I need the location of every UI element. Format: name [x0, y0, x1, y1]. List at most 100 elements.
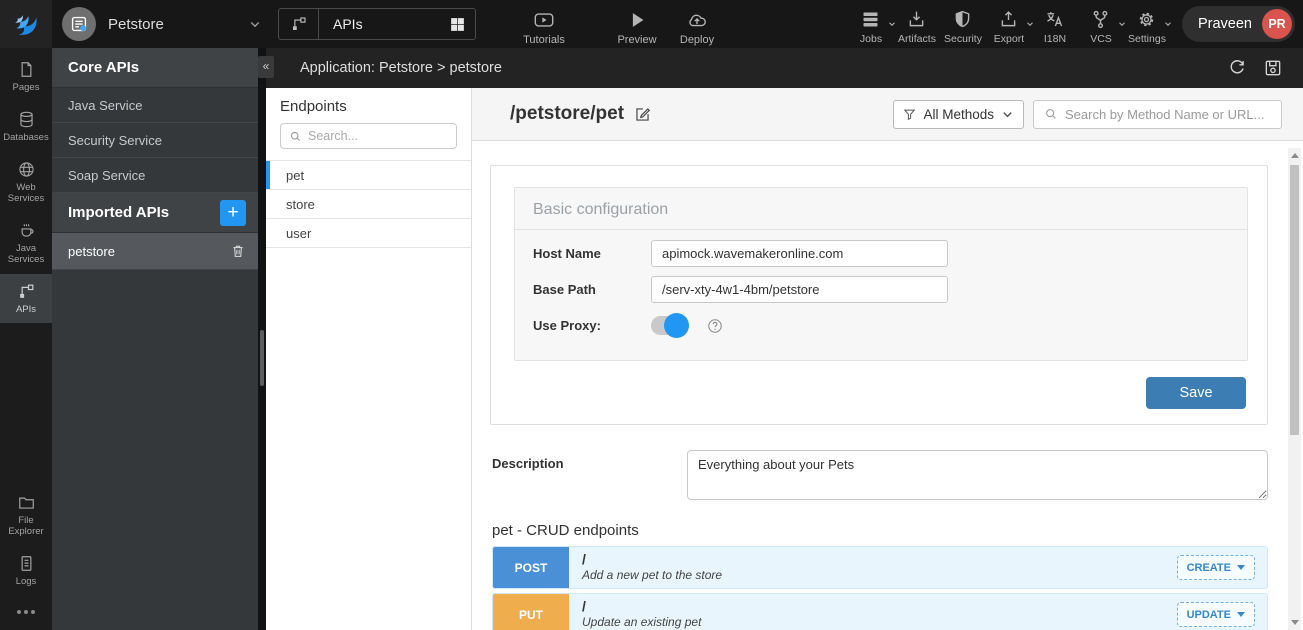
jobs-button[interactable]: Jobs [848, 3, 894, 45]
endpoints-search[interactable] [280, 123, 457, 149]
export-button[interactable]: Export [986, 3, 1032, 45]
settings-gear-icon [1136, 9, 1157, 30]
rail-item-databases[interactable]: Databases [0, 102, 52, 152]
rail-item-file-explorer[interactable]: File Explorer [0, 485, 52, 546]
action-label: CREATE [1187, 562, 1231, 574]
imported-apis-header: Imported APIs + [52, 193, 258, 233]
jobs-label: Jobs [860, 33, 882, 45]
help-icon[interactable] [706, 317, 724, 335]
add-api-button[interactable]: + [220, 200, 246, 226]
preview-button[interactable]: Preview [604, 3, 670, 46]
basic-config-title: Basic configuration [515, 188, 1247, 229]
crud-row-post[interactable]: POST / Add a new pet to the store CREATE [492, 546, 1268, 589]
rail-item-java-services[interactable]: Java Services [0, 213, 52, 274]
top-bar: Petstore APIs [0, 0, 1303, 48]
rail-spacer [0, 323, 52, 485]
description-textarea[interactable]: Everything about your Pets [687, 450, 1268, 500]
basic-config-panel: Basic configuration Host Name Base Path … [514, 187, 1248, 361]
crud-row-put[interactable]: PUT / Update an existing pet UPDATE [492, 593, 1268, 630]
endpoints-title: Endpoints [266, 88, 471, 123]
method-search-input[interactable] [1065, 107, 1271, 122]
wavemaker-logo[interactable] [0, 0, 52, 48]
endpoint-item-pet[interactable]: pet [266, 161, 471, 190]
main-header: /petstore/pet All Methods [472, 88, 1303, 141]
artifacts-label: Artifacts [898, 33, 936, 45]
scrollbar-thumb[interactable] [1290, 165, 1299, 435]
settings-label: Settings [1128, 33, 1166, 45]
crud-path: / [582, 551, 1177, 568]
endpoint-item-user[interactable]: user [266, 219, 471, 248]
scroll-down-arrow[interactable] [1291, 620, 1299, 625]
rail-item-web-services[interactable]: Web Services [0, 152, 52, 213]
refresh-icon[interactable] [1227, 58, 1247, 78]
module-selector[interactable]: APIs [278, 8, 476, 40]
export-upload-icon [998, 9, 1019, 30]
toggle-knob [664, 313, 689, 338]
base-path-label: Base Path [533, 282, 651, 297]
apis-sidebar: Core APIs Java Service Security Service … [52, 48, 258, 630]
base-path-input[interactable] [651, 276, 948, 303]
security-shield-icon [952, 9, 973, 30]
i18n-button[interactable]: I18N [1032, 3, 1078, 45]
method-filter-select[interactable]: All Methods [893, 100, 1024, 129]
use-proxy-row: Use Proxy: [533, 312, 1247, 339]
i18n-label: I18N [1044, 33, 1066, 45]
artifacts-button[interactable]: Artifacts [894, 3, 940, 45]
create-action-button[interactable]: CREATE [1177, 555, 1255, 580]
endpoints-search-input[interactable] [308, 129, 448, 143]
tutorials-icon [533, 9, 555, 31]
sidebar-scrollbar-thumb[interactable] [260, 330, 264, 386]
config-card: Basic configuration Host Name Base Path … [490, 165, 1268, 425]
sidebar-item-petstore[interactable]: petstore [52, 233, 258, 270]
delete-api-button[interactable] [230, 243, 246, 259]
tutorials-button[interactable]: Tutorials [506, 3, 582, 46]
update-action-button[interactable]: UPDATE [1177, 602, 1255, 627]
sidebar-item-security-service[interactable]: Security Service [52, 123, 258, 158]
host-name-input[interactable] [651, 240, 948, 267]
use-proxy-toggle[interactable] [651, 316, 687, 335]
rail-label: Pages [13, 83, 40, 94]
deploy-label: Deploy [680, 34, 714, 46]
project-avatar [62, 7, 96, 41]
vertical-scrollbar[interactable] [1288, 148, 1301, 630]
action-label: UPDATE [1187, 609, 1231, 621]
java-services-coffee-icon [17, 221, 36, 240]
grid-icon[interactable] [449, 16, 466, 33]
sidebar-scroll-strip[interactable] [258, 48, 266, 630]
rail-more-button[interactable] [0, 596, 52, 630]
rail-item-logs[interactable]: Logs [0, 546, 52, 596]
sidebar-item-soap-service[interactable]: Soap Service [52, 158, 258, 193]
edit-title-button[interactable] [633, 105, 652, 124]
left-rail: Pages Databases Web Services Java Servic… [0, 48, 52, 630]
rail-label: Logs [16, 577, 37, 588]
user-menu[interactable]: Praveen PR [1182, 6, 1295, 42]
method-search[interactable] [1033, 100, 1282, 129]
rail-item-apis[interactable]: APIs [0, 274, 52, 324]
sidebar-item-java-service[interactable]: Java Service [52, 88, 258, 123]
breadcrumb-bar: Application: Petstore > petstore [266, 48, 1303, 88]
breadcrumb-actions [1227, 58, 1303, 78]
endpoint-item-store[interactable]: store [266, 190, 471, 219]
collapse-sidebar-button[interactable]: « [258, 56, 274, 78]
deploy-cloud-icon [686, 9, 708, 31]
vcs-button[interactable]: VCS [1078, 3, 1124, 45]
project-selector[interactable]: Petstore [52, 7, 278, 41]
save-button[interactable]: Save [1146, 377, 1246, 409]
save-icon[interactable] [1263, 58, 1283, 78]
rail-label: Java Services [1, 244, 51, 266]
settings-button[interactable]: Settings [1124, 3, 1170, 45]
wavemaker-logo-icon [11, 9, 41, 39]
apis-node-icon [17, 282, 36, 301]
endpoints-panel: Endpoints pet store user [266, 88, 472, 630]
deploy-button[interactable]: Deploy [670, 3, 724, 46]
crud-rows: POST / Add a new pet to the store CREATE… [492, 546, 1268, 630]
file-explorer-folder-icon [17, 493, 36, 512]
scroll-up-arrow[interactable] [1291, 153, 1299, 158]
crud-section-title: pet - CRUD endpoints [492, 522, 639, 539]
security-button[interactable]: Security [940, 3, 986, 45]
rail-item-pages[interactable]: Pages [0, 52, 52, 102]
chevron-down-icon [246, 15, 264, 33]
tutorials-label: Tutorials [523, 34, 565, 46]
jobs-icon [860, 9, 881, 30]
module-label: APIs [333, 16, 363, 32]
